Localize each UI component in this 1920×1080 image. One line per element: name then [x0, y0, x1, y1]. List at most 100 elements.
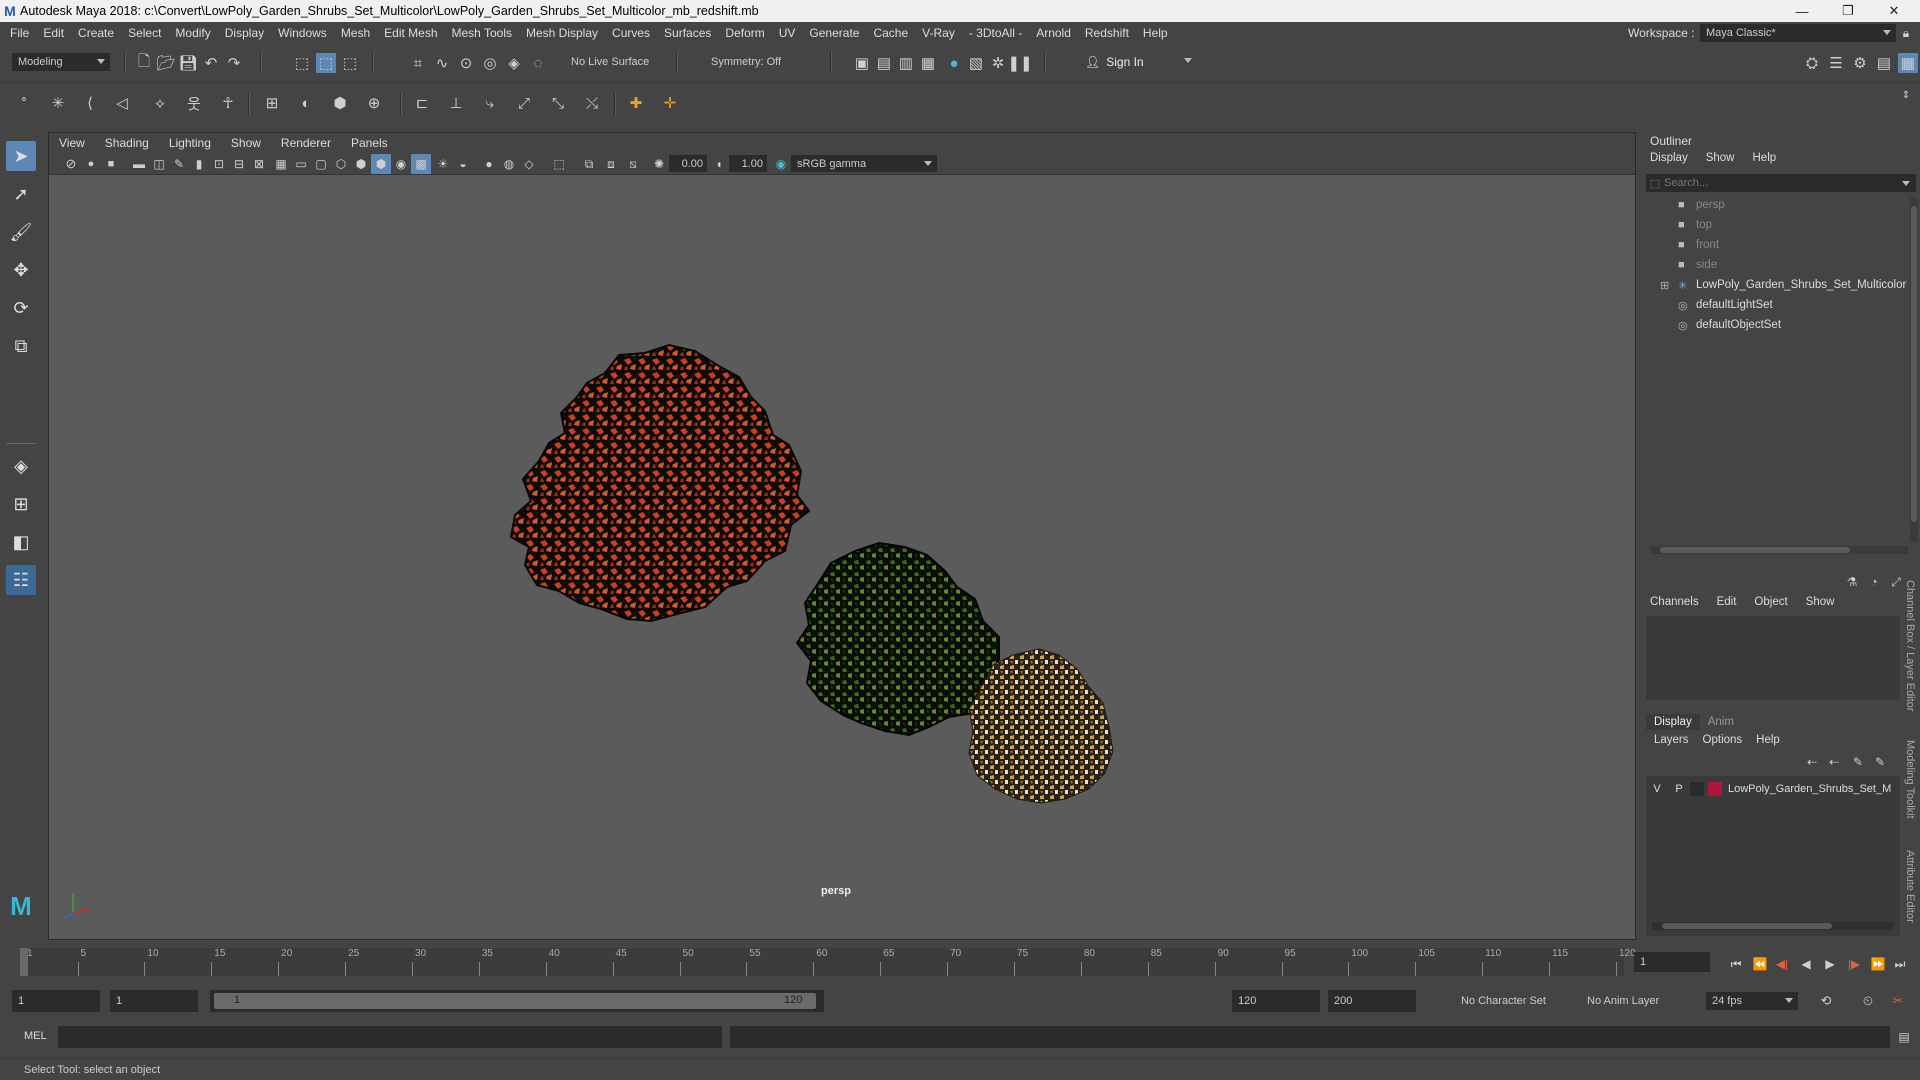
squash-deformer-icon[interactable]: ⊥ [446, 93, 466, 113]
time-slider[interactable]: 1 5 10 15 20 25 30 35 40 45 50 55 60 65 70 75 80 85 90 95 10… [0, 946, 1920, 980]
modeling-toolkit-tab[interactable]: Modeling Toolkit [1904, 740, 1916, 819]
bookmark-icon[interactable]: ■ [101, 154, 121, 174]
resolution-gate-icon[interactable]: ⊟ [229, 154, 249, 174]
rotate-tool-icon[interactable]: ⟳ [6, 293, 36, 323]
snap-grid-icon[interactable]: ⌗ [408, 53, 428, 73]
select-hierarchy-icon[interactable]: ⬚ [292, 53, 312, 73]
menu-item-mesh-tools[interactable]: Mesh Tools [445, 26, 519, 40]
shadows-icon[interactable]: ☀ [433, 154, 453, 174]
attribute-editor-tab[interactable]: Attribute Editor [1904, 850, 1916, 923]
xray-icon[interactable]: ▩ [411, 154, 431, 174]
modeling-toolkit-icon[interactable]: ⛭ [1802, 53, 1822, 73]
2d-pan-icon[interactable]: ◫ [149, 154, 169, 174]
channelbox-menu-object[interactable]: Object [1754, 596, 1787, 608]
depth-of-field-icon[interactable]: ◇ [519, 154, 539, 174]
sign-in-dropdown[interactable]: 👤︎ Sign In [1080, 53, 1196, 71]
menu-item-uv[interactable]: UV [772, 26, 803, 40]
outliner-menu-display[interactable]: Display [1650, 152, 1688, 164]
shrub-green[interactable] [795, 541, 1000, 737]
minimize-button[interactable]: — [1779, 0, 1825, 22]
expand-icon[interactable]: ⊞ [1660, 279, 1669, 292]
menu-item-curves[interactable]: Curves [605, 26, 657, 40]
menu-item-redshift[interactable]: Redshift [1078, 26, 1136, 40]
new-layer-icon[interactable]: ✎ [1848, 752, 1868, 772]
channelbox-menu-edit[interactable]: Edit [1717, 596, 1737, 608]
lattice-icon[interactable]: ⊞ [262, 93, 282, 113]
menu-item-windows[interactable]: Windows [271, 26, 334, 40]
textured-icon[interactable]: ⬢ [371, 154, 391, 174]
loop-icon[interactable]: ⟲ [1816, 991, 1836, 1011]
step-back-frame-icon[interactable]: ◀| [1772, 954, 1792, 974]
single-view-icon[interactable]: ◈ [6, 451, 36, 481]
open-scene-icon[interactable]: 📂︎ [156, 53, 176, 73]
menu-item-help[interactable]: Help [1136, 26, 1175, 40]
film-gate-icon[interactable]: ⊡ [209, 154, 229, 174]
select-component-icon[interactable]: ⬚ [340, 53, 360, 73]
menu-item-generate[interactable]: Generate [802, 26, 866, 40]
wave-deformer-icon[interactable]: ⤢ [514, 93, 534, 113]
sculpt-icon[interactable]: ◐ [296, 93, 316, 113]
menu-item-arnold[interactable]: Arnold [1029, 26, 1078, 40]
outliner-search-input[interactable] [1664, 177, 1894, 189]
range-handle[interactable] [214, 993, 816, 1009]
channelbox-menu-channels[interactable]: Channels [1650, 596, 1699, 608]
playback-start-field[interactable]: 1 [110, 990, 198, 1012]
step-back-key-icon[interactable]: ⏪ [1750, 954, 1770, 974]
pin-icon[interactable]: ✛ [660, 93, 680, 113]
channel-icon-b[interactable]: ◔ [1864, 572, 1884, 592]
bend-deformer-icon[interactable]: ⊏ [412, 93, 432, 113]
menu-item-deform[interactable]: Deform [718, 26, 771, 40]
step-forward-frame-icon[interactable]: |▶ [1844, 954, 1864, 974]
menu-item-file[interactable]: File [3, 26, 36, 40]
attribute-editor-icon[interactable]: ☰ [1826, 53, 1846, 73]
menu-item-surfaces[interactable]: Surfaces [657, 26, 718, 40]
outliner-vscroll[interactable] [1910, 198, 1918, 542]
layer-menu-options[interactable]: Options [1703, 734, 1743, 746]
outliner-item[interactable]: ■ top [1642, 215, 1912, 235]
paint-select-icon[interactable]: 🖌︎ [6, 217, 36, 247]
scroll-thumb[interactable] [1662, 923, 1832, 929]
scroll-thumb[interactable] [1660, 547, 1850, 553]
menuset-dropdown[interactable]: Modeling [12, 53, 110, 71]
layer-row[interactable]: V P LowPoly_Garden_Shrubs_Set_M [1646, 780, 1900, 798]
xray-components-icon[interactable]: ⧈ [601, 154, 621, 174]
image-plane-icon[interactable]: ▬ [129, 154, 149, 174]
twist-deformer-icon[interactable]: ⤷ [480, 93, 500, 113]
field-chart-icon[interactable]: ▦ [271, 154, 291, 174]
select-tool-icon[interactable]: ➤ [6, 141, 36, 171]
menu-item-mesh[interactable]: Mesh [334, 26, 377, 40]
select-camera-icon[interactable]: ⊘ [61, 154, 81, 174]
channel-icon-a[interactable]: ⚗ [1842, 572, 1862, 592]
light-editor-icon[interactable]: ✲ [988, 53, 1008, 73]
mirror-joint-icon[interactable]: ◁ [112, 93, 132, 113]
current-frame-field[interactable]: 1 [1634, 952, 1710, 972]
layer-color-swatch[interactable] [1708, 782, 1722, 796]
gamma-field[interactable]: 1.00 [729, 155, 767, 172]
scale-tool-icon[interactable]: ⧉ [6, 331, 36, 361]
filter-icon[interactable]: ⬚ [1646, 177, 1664, 190]
snap-curve-icon[interactable]: ∿ [432, 53, 452, 73]
layer-playback-toggle[interactable]: P [1668, 783, 1690, 795]
four-view-icon[interactable]: ⊞ [6, 489, 36, 519]
close-button[interactable]: ✕ [1871, 0, 1917, 22]
lights-icon[interactable]: ◉ [391, 154, 411, 174]
ambient-occlusion-icon[interactable]: ◒ [453, 154, 473, 174]
channel-box-icon[interactable]: ▤ [1874, 53, 1894, 73]
go-to-start-icon[interactable]: ⏮ [1726, 954, 1746, 974]
viewport-menu-renderer[interactable]: Renderer [271, 136, 341, 150]
viewport-canvas[interactable]: persp [49, 175, 1635, 939]
pause-icon[interactable]: ❚❚ [1007, 53, 1032, 73]
layer-menu-help[interactable]: Help [1756, 734, 1780, 746]
anim-prefs-icon[interactable]: ✂ [1888, 991, 1908, 1011]
layer-name[interactable]: LowPoly_Garden_Shrubs_Set_M [1728, 783, 1891, 795]
outliner-layout-icon[interactable]: ☷ [6, 565, 36, 595]
two-view-icon[interactable]: ◧ [6, 527, 36, 557]
shelf-scroll-icon[interactable]: ⇕ [1896, 85, 1916, 105]
redo-icon[interactable]: ↷ [224, 53, 244, 73]
go-to-end-icon[interactable]: ⏭ [1890, 954, 1910, 974]
skeleton-icon[interactable]: ☥ [218, 93, 238, 113]
ipr-render-icon[interactable]: ▥ [896, 53, 916, 73]
grid-toggle-icon[interactable]: ▮ [189, 154, 209, 174]
safe-action-icon[interactable]: ▭ [291, 154, 311, 174]
channel-box-tab[interactable]: Channel Box / Layer Editor [1904, 580, 1916, 711]
